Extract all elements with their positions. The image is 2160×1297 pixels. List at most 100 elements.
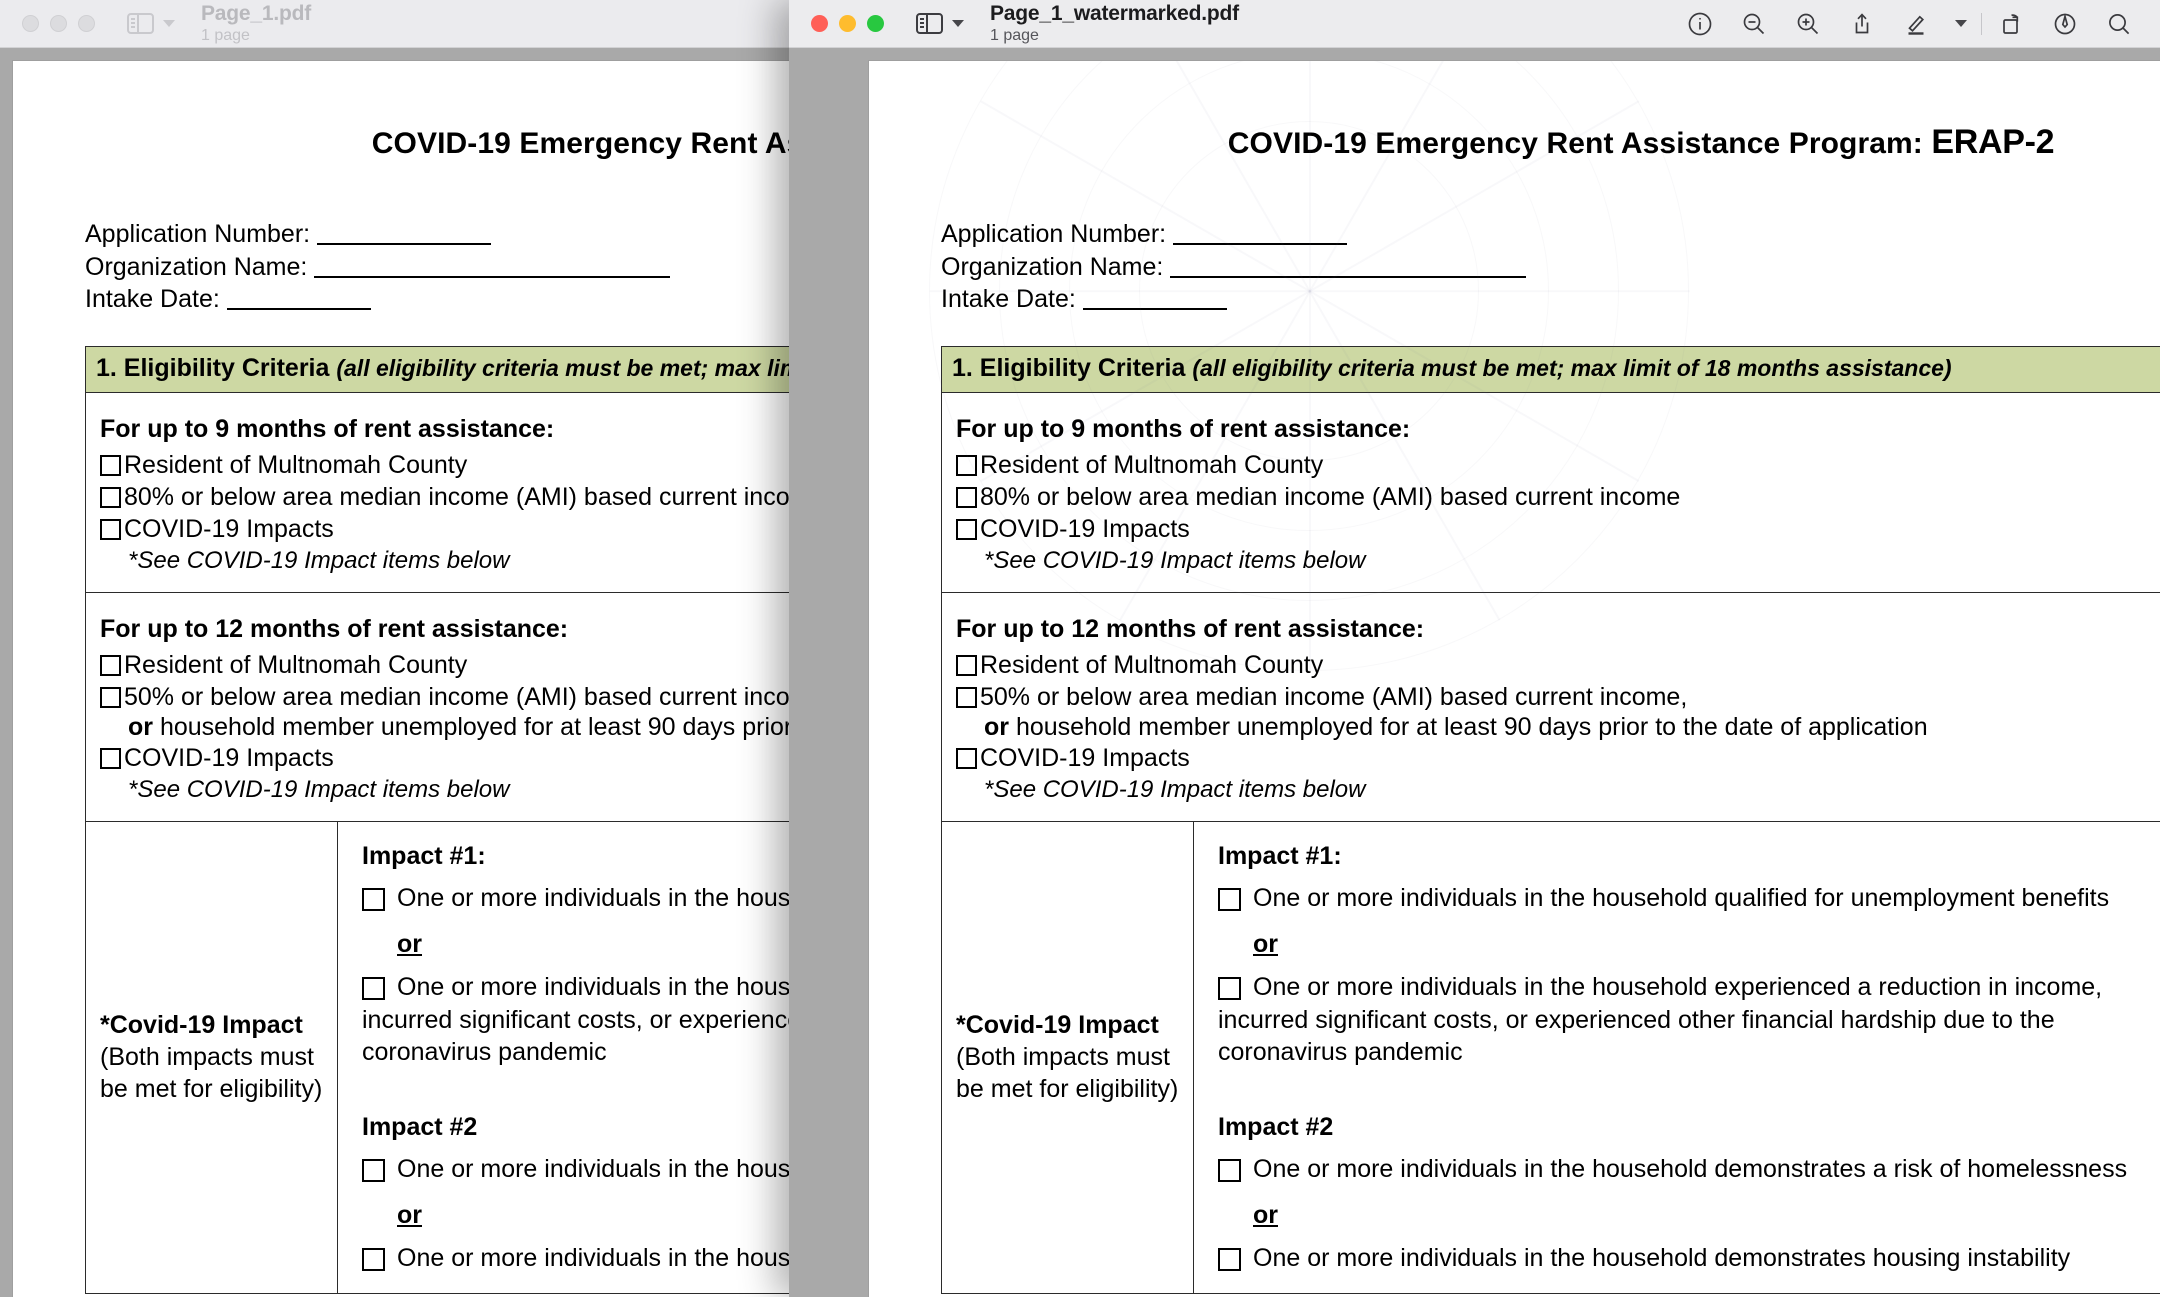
checkbox-row[interactable]: 80% or below area median income (AMI) ba… bbox=[956, 481, 2160, 513]
chevron-down-icon[interactable] bbox=[163, 20, 175, 27]
checkbox[interactable] bbox=[1218, 977, 1241, 1001]
checkbox-row[interactable]: COVID-19 Impacts bbox=[956, 513, 2160, 545]
criteria-block-9-months: For up to 9 months of rent assistance: R… bbox=[942, 393, 2160, 593]
checkbox[interactable] bbox=[100, 486, 121, 508]
pdf-document-title: COVID-19 Emergency Rent Assistance Progr… bbox=[941, 123, 2160, 162]
criteria-note: *See COVID-19 Impact items below bbox=[984, 546, 1366, 574]
impact-2-option-b-row[interactable]: One or more individuals in the household… bbox=[1218, 1242, 2160, 1275]
checkbox[interactable] bbox=[956, 486, 977, 508]
titlebar-watermarked[interactable]: Page_1_watermarked.pdf 1 page bbox=[789, 0, 2160, 48]
traffic-lights-watermarked[interactable] bbox=[789, 15, 884, 32]
impact-1-option-b-row[interactable]: One or more individuals in the household… bbox=[1218, 971, 2160, 1004]
impact-2-label: Impact #2 bbox=[1218, 1112, 1334, 1141]
covid-impact-heading: *Covid-19 Impact bbox=[956, 1011, 1159, 1040]
checkbox[interactable] bbox=[100, 747, 121, 769]
close-button[interactable] bbox=[811, 15, 828, 32]
impact-1-or: or bbox=[1253, 929, 1278, 958]
markup-pen-icon[interactable] bbox=[1901, 9, 1931, 39]
checkbox-label: COVID-19 Impacts bbox=[124, 514, 334, 543]
field-label: Application Number: bbox=[941, 220, 1167, 248]
covid-impact-note: (Both impacts must be met for eligibilit… bbox=[100, 1043, 323, 1104]
covid-impact-table: *Covid-19 Impact (Both impacts must be m… bbox=[942, 821, 2160, 1293]
document-page-count: 1 page bbox=[990, 27, 1039, 45]
checkbox-label: Resident of Multnomah County bbox=[980, 450, 1324, 479]
checkbox[interactable] bbox=[1218, 1248, 1241, 1272]
covid-impact-label-cell: *Covid-19 Impact (Both impacts must be m… bbox=[942, 821, 1194, 1293]
toolbar-divider bbox=[1981, 12, 1982, 35]
pdf-page-watermarked: COVID-19 Emergency Rent Assistance Progr… bbox=[869, 61, 2160, 1297]
criteria-block-12-months: For up to 12 months of rent assistance: … bbox=[942, 593, 2160, 822]
minimize-button[interactable] bbox=[50, 15, 67, 32]
rotate-icon[interactable] bbox=[1996, 9, 2026, 39]
checkbox[interactable] bbox=[362, 977, 385, 1001]
section-number-title: 1. Eligibility Criteria bbox=[952, 353, 1193, 382]
section-header-eligibility: 1. Eligibility Criteria (all eligibility… bbox=[941, 345, 2160, 393]
field-intake-date: Intake Date: bbox=[941, 283, 2160, 316]
zoom-out-icon[interactable] bbox=[1739, 9, 1769, 39]
chevron-down-icon[interactable] bbox=[1955, 20, 1967, 27]
checkbox[interactable] bbox=[956, 454, 977, 476]
impact-2-option-a-row[interactable]: One or more individuals in the household… bbox=[1218, 1153, 2160, 1186]
checkbox[interactable] bbox=[956, 654, 977, 676]
impact-1-label: Impact #1: bbox=[1218, 841, 1342, 870]
impact-1-option-a-row[interactable]: One or more individuals in the household… bbox=[1218, 882, 2160, 915]
checkbox-label: 50% or below area median income (AMI) ba… bbox=[124, 682, 832, 711]
pdf-page-area-watermarked[interactable]: COVID-19 Emergency Rent Assistance Progr… bbox=[789, 48, 2160, 1297]
chevron-down-icon[interactable] bbox=[952, 20, 964, 27]
checkbox[interactable] bbox=[956, 747, 977, 769]
minimize-button[interactable] bbox=[839, 15, 856, 32]
field-application-number: Application Number: bbox=[941, 218, 2160, 251]
checkbox[interactable] bbox=[1218, 1159, 1241, 1183]
sidebar-toggle-watermarked[interactable] bbox=[916, 13, 964, 34]
document-page-count: 1 page bbox=[201, 27, 250, 45]
checkbox-label: Resident of Multnomah County bbox=[124, 450, 468, 479]
field-underline bbox=[317, 243, 492, 245]
desktop-background: Page_1.pdf 1 page COVID-19 Emergency Ren… bbox=[0, 0, 2160, 1297]
checkbox[interactable] bbox=[100, 518, 121, 540]
checkbox[interactable] bbox=[362, 1159, 385, 1183]
field-label: Application Number: bbox=[85, 220, 311, 248]
checkbox[interactable] bbox=[362, 1248, 385, 1272]
info-icon[interactable] bbox=[1685, 9, 1715, 39]
criteria-heading: For up to 9 months of rent assistance: bbox=[956, 414, 1411, 443]
checkbox[interactable] bbox=[956, 518, 977, 540]
checkbox-label: COVID-19 Impacts bbox=[980, 743, 1190, 772]
checkbox-row[interactable]: 50% or below area median income (AMI) ba… bbox=[956, 681, 2160, 713]
criteria-note: *See COVID-19 Impact items below bbox=[984, 775, 1366, 803]
checkbox[interactable] bbox=[362, 888, 385, 912]
search-icon[interactable] bbox=[2104, 9, 2134, 39]
covid-impact-note: (Both impacts must be met for eligibilit… bbox=[956, 1043, 1179, 1104]
checkbox[interactable] bbox=[956, 686, 977, 708]
document-meta-watermarked: Page_1_watermarked.pdf 1 page bbox=[990, 2, 1239, 45]
checkbox-row[interactable]: Resident of Multnomah County bbox=[956, 449, 2160, 481]
close-button[interactable] bbox=[22, 15, 39, 32]
checkbox[interactable] bbox=[1218, 888, 1241, 912]
checkbox[interactable] bbox=[100, 654, 121, 676]
traffic-lights-original[interactable] bbox=[0, 15, 95, 32]
sidebar-toggle-original[interactable] bbox=[127, 13, 175, 34]
covid-impact-items-cell: Impact #1: One or more individuals in th… bbox=[1194, 822, 2160, 1293]
field-underline bbox=[1173, 243, 1348, 245]
pdf-fields-block: Application Number: Organization Name: I… bbox=[941, 218, 2160, 316]
pdf-window-watermarked[interactable]: Page_1_watermarked.pdf 1 page COVID-19 E… bbox=[789, 0, 2160, 1297]
zoom-in-icon[interactable] bbox=[1793, 9, 1823, 39]
zoom-button[interactable] bbox=[78, 15, 95, 32]
zoom-button[interactable] bbox=[867, 15, 884, 32]
document-title: Page_1.pdf bbox=[201, 1, 312, 25]
annotate-icon[interactable] bbox=[2050, 9, 2080, 39]
field-label: Intake Date: bbox=[85, 285, 220, 313]
or-keyword: or bbox=[984, 712, 1009, 741]
toolbar-watermarked[interactable] bbox=[1685, 9, 2160, 39]
checkbox-row[interactable]: Resident of Multnomah County bbox=[956, 649, 2160, 681]
sidebar-icon bbox=[916, 13, 943, 34]
section-subtitle: (all eligibility criteria must be met; m… bbox=[1192, 354, 1952, 381]
checkbox[interactable] bbox=[100, 686, 121, 708]
eligibility-criteria-box: For up to 9 months of rent assistance: R… bbox=[941, 392, 2160, 1294]
document-title: Page_1_watermarked.pdf bbox=[990, 1, 1239, 25]
impact-1-option-b-line3: coronavirus pandemic bbox=[1218, 1038, 1463, 1067]
checkbox[interactable] bbox=[100, 454, 121, 476]
share-icon[interactable] bbox=[1847, 9, 1877, 39]
or-clause-text: household member unemployed for at least… bbox=[1009, 712, 1928, 741]
covid-impact-label-cell: *Covid-19 Impact (Both impacts must be m… bbox=[86, 821, 338, 1293]
checkbox-row[interactable]: COVID-19 Impacts bbox=[956, 742, 2160, 774]
